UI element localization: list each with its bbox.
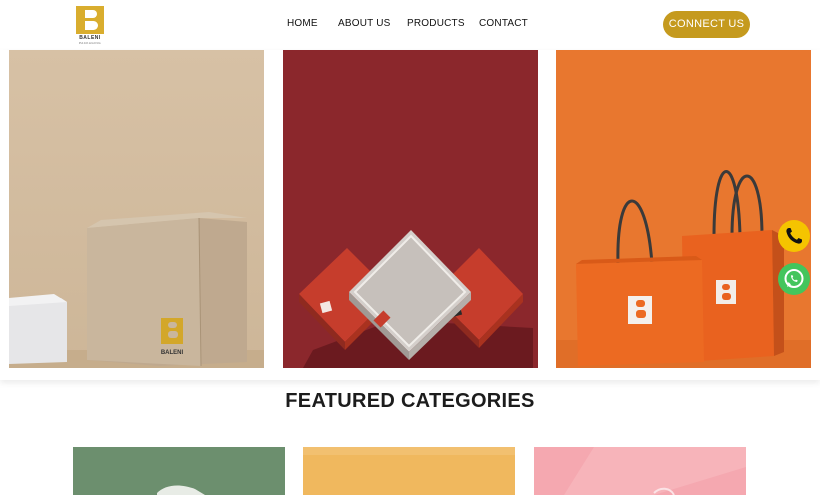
hero-image-orange-bags — [556, 50, 811, 368]
whatsapp-icon — [778, 263, 810, 295]
box-logo-text: BALENI — [161, 350, 184, 356]
featured-categories-heading: FEATURED CATEGORIES — [285, 390, 535, 412]
hero-gallery: BALENI — [0, 50, 820, 380]
baleni-logo[interactable]: BALENI PACKAGING — [74, 6, 106, 45]
nav-home[interactable]: HOME — [287, 18, 318, 29]
nav-contact[interactable]: CONTACT — [479, 18, 528, 29]
category-card-3[interactable] — [534, 447, 746, 495]
hero-image-red-boxes — [283, 50, 538, 368]
connect-us-button[interactable]: CONNECT US — [663, 11, 750, 38]
logo-mark-icon — [76, 6, 104, 34]
category-card-2[interactable] — [303, 447, 515, 495]
site-header: BALENI PACKAGING HOME ABOUT US PRODUCTS … — [0, 0, 820, 50]
hero-image-beige-box: BALENI — [9, 50, 264, 368]
phone-icon — [778, 220, 810, 252]
category-card-1[interactable] — [73, 447, 285, 495]
logo-tagline: PACKAGING — [78, 41, 102, 45]
nav-about-us[interactable]: ABOUT US — [338, 18, 391, 29]
whatsapp-button[interactable] — [778, 263, 810, 295]
nav-products[interactable]: PRODUCTS — [407, 18, 465, 29]
phone-call-button[interactable] — [778, 220, 810, 252]
